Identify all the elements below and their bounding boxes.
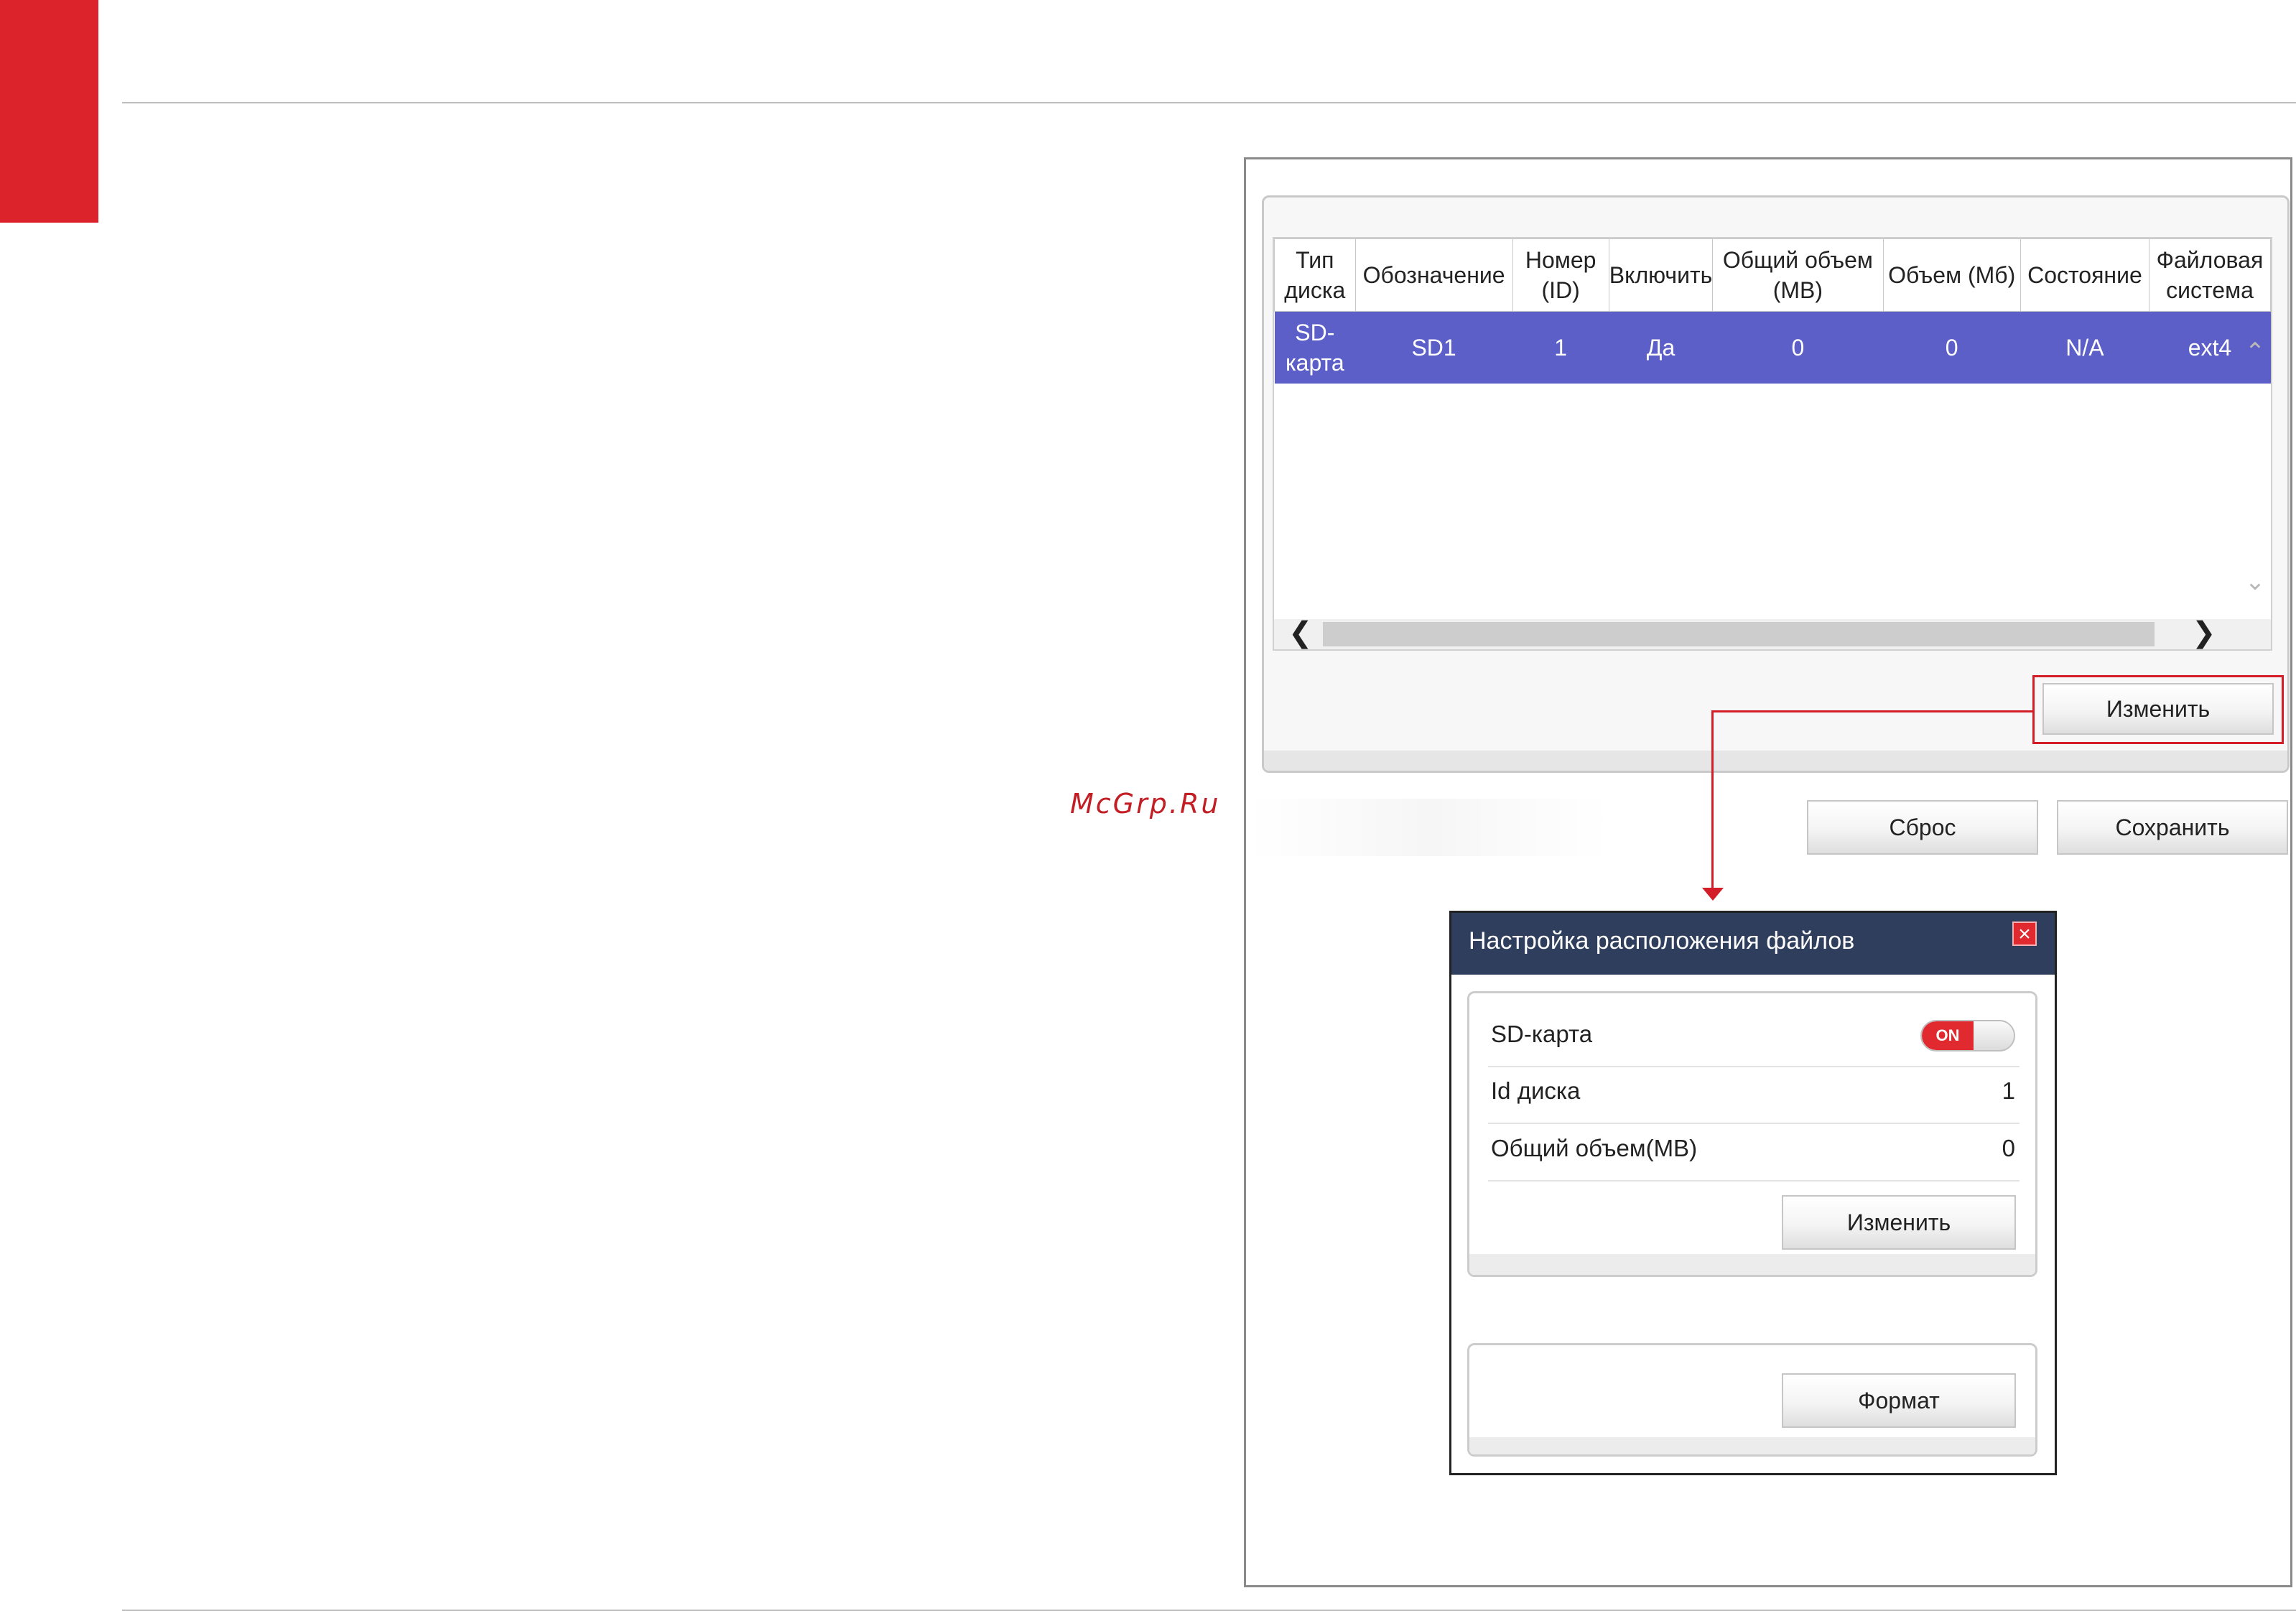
- column-header-volume[interactable]: Объем (Мб): [1882, 238, 2021, 312]
- total-volume-value: 0: [2002, 1135, 2015, 1161]
- cell-total-volume: 0: [1712, 311, 1883, 384]
- column-header-status[interactable]: Состояние: [2020, 238, 2149, 312]
- dialog-title: Настройка расположения файлов: [1469, 927, 1855, 955]
- scroll-right-icon[interactable]: ❯: [2192, 616, 2216, 649]
- brand-tab: [0, 0, 98, 223]
- edit-button-highlight: [2032, 675, 2284, 744]
- cell-status: N/A: [2020, 311, 2149, 384]
- toggle-knob: [1974, 1021, 2014, 1050]
- disk-settings-section-footer: [1469, 1254, 2035, 1275]
- connector-line: [1711, 710, 1714, 891]
- column-header-enable[interactable]: Включить: [1608, 238, 1714, 312]
- cell-designation: SD1: [1355, 311, 1513, 384]
- column-header-total-volume[interactable]: Общий объем (MB): [1712, 238, 1884, 312]
- storage-panel-footer: [1264, 751, 2287, 771]
- column-header-designation[interactable]: Обозначение: [1354, 238, 1513, 312]
- row-divider: [1488, 1066, 2020, 1067]
- cell-id: 1: [1512, 311, 1609, 384]
- toggle-on-label: ON: [1922, 1021, 1974, 1050]
- format-button[interactable]: Формат: [1782, 1373, 2016, 1428]
- disk-id-value: 1: [2002, 1077, 2015, 1104]
- connector-line: [1711, 710, 2032, 712]
- faded-background: [1250, 799, 1609, 856]
- sd-card-label: SD-карта: [1491, 1021, 1593, 1047]
- cell-disk-type: SD- карта: [1274, 311, 1356, 384]
- row-divider: [1488, 1180, 2020, 1181]
- table-row[interactable]: SD- карта SD1 1 Да 0 0 N/A ext4: [1274, 311, 2271, 384]
- disk-id-label: Id диска: [1491, 1077, 1581, 1104]
- storage-table-container: Тип диска Обозначение Номер (ID) Включит…: [1273, 237, 2272, 651]
- scroll-up-icon[interactable]: ⌃: [2241, 338, 2269, 366]
- save-button[interactable]: Сохранить: [2057, 800, 2288, 855]
- row-divider: [1488, 1123, 2020, 1124]
- cell-volume: 0: [1883, 311, 2021, 384]
- connector-arrowhead-icon: [1702, 888, 1724, 901]
- column-header-filesystem[interactable]: Файловая система: [2148, 238, 2271, 312]
- column-header-id[interactable]: Номер (ID): [1512, 238, 1609, 312]
- watermark: McGrp.Ru: [1070, 788, 1221, 820]
- dialog-edit-button[interactable]: Изменить: [1782, 1195, 2016, 1250]
- top-divider: [122, 102, 2296, 103]
- cell-enable: Да: [1609, 311, 1713, 384]
- storage-table: Тип диска Обозначение Номер (ID) Включит…: [1274, 238, 2271, 384]
- scroll-left-icon[interactable]: ❮: [1288, 616, 1313, 649]
- reset-button[interactable]: Сброс: [1807, 800, 2038, 855]
- format-section-footer: [1469, 1437, 2035, 1454]
- total-volume-label: Общий объем(MB): [1491, 1135, 1698, 1161]
- column-header-disk-type[interactable]: Тип диска: [1274, 238, 1356, 312]
- horizontal-scrollbar-thumb[interactable]: [1323, 622, 2155, 646]
- table-header-row: Тип диска Обозначение Номер (ID) Включит…: [1274, 238, 2271, 312]
- scroll-down-icon[interactable]: ⌄: [2241, 567, 2269, 596]
- close-icon[interactable]: ×: [2012, 921, 2037, 946]
- sd-card-toggle[interactable]: ON: [1920, 1020, 2015, 1051]
